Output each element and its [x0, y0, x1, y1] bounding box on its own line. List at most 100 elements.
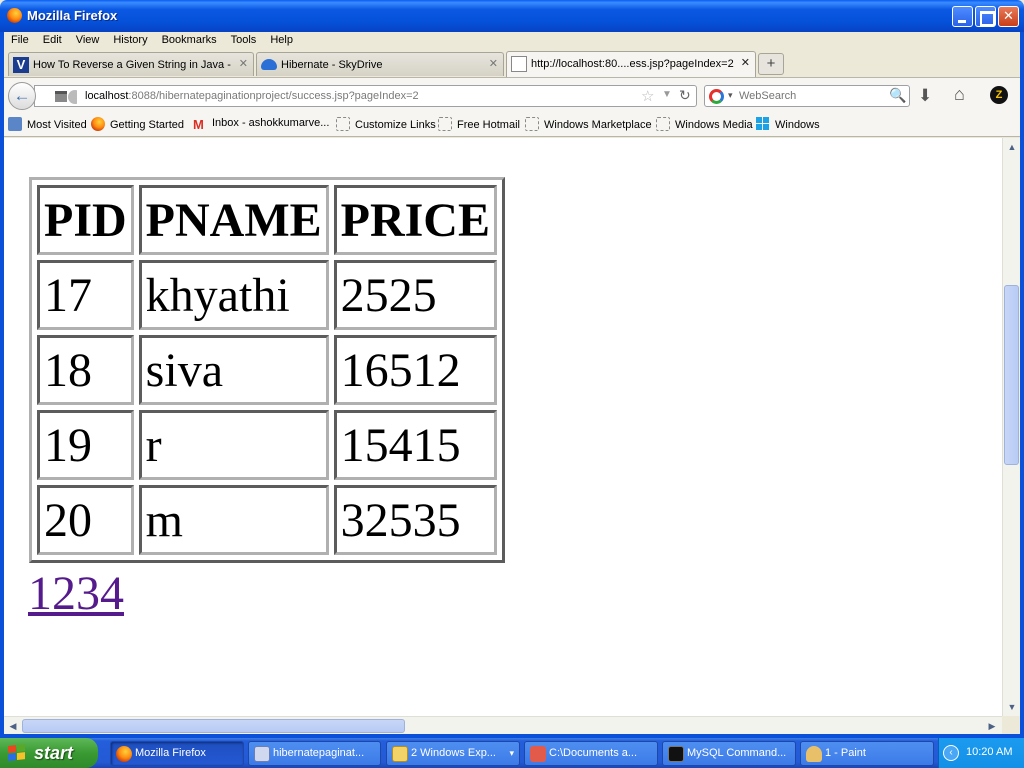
cell-pname: r	[138, 410, 329, 480]
back-button[interactable]: ←	[8, 82, 36, 110]
horizontal-scrollbar[interactable]: ◀ ▶	[4, 716, 1002, 734]
menu-tools[interactable]: Tools	[224, 32, 264, 48]
console-icon	[668, 746, 684, 762]
bookmark-label: Free Hotmail	[457, 119, 520, 131]
gmail-icon: M	[193, 117, 204, 132]
page-links[interactable]: 1234	[28, 567, 124, 620]
search-input[interactable]	[739, 89, 879, 103]
task-firefox[interactable]: Mozilla Firefox	[110, 741, 244, 766]
bookmark-getting-started[interactable]: Getting Started	[91, 117, 184, 133]
v-logo-icon: V	[13, 57, 29, 73]
search-box[interactable]: ▾ 🔍	[704, 85, 910, 107]
taskbar: start Mozilla Firefox hibernatepaginat..…	[0, 738, 1024, 768]
close-button[interactable]	[998, 6, 1019, 27]
url-text[interactable]: localhost:8088/hibernatepaginationprojec…	[85, 90, 419, 102]
scroll-down-icon[interactable]: ▼	[1004, 699, 1020, 715]
engine-dropdown-icon[interactable]: ▾	[728, 90, 733, 101]
bookmark-most-visited[interactable]: Most Visited	[8, 117, 87, 133]
tab-close-icon[interactable]: ✕	[239, 57, 248, 70]
table-row: 19 r 15415	[37, 410, 497, 480]
bookmark-windows[interactable]: Windows	[756, 117, 820, 133]
bookmark-inbox[interactable]: M Inbox - ashokkumarve...	[193, 117, 329, 133]
show-hidden-icons-icon[interactable]: ‹	[943, 745, 959, 761]
maximize-button[interactable]	[975, 6, 996, 27]
home-icon[interactable]: ⌂	[954, 84, 965, 105]
search-engine-icon[interactable]	[709, 89, 724, 104]
group-dropdown-icon: ▾	[509, 748, 514, 758]
search-magnifier-icon[interactable]: 🔍	[889, 87, 906, 104]
scroll-right-icon[interactable]: ▶	[984, 718, 1000, 734]
menu-file[interactable]: File	[4, 32, 36, 48]
downloads-icon[interactable]: ⬇	[918, 86, 932, 106]
cell-pname: m	[138, 485, 329, 555]
zotero-icon[interactable]: Z	[990, 86, 1008, 104]
skydrive-icon	[261, 59, 277, 70]
cell-pid: 19	[37, 410, 134, 480]
menu-edit[interactable]: Edit	[36, 32, 69, 48]
tab-close-icon[interactable]: ✕	[741, 56, 750, 69]
header-pname: PNAME	[138, 185, 329, 255]
minimize-button[interactable]	[952, 6, 973, 27]
tab-skydrive[interactable]: Hibernate - SkyDrive ✕	[256, 52, 504, 76]
window-title: Mozilla Firefox	[27, 8, 118, 23]
horizontal-scroll-thumb[interactable]	[22, 719, 405, 733]
bookmark-label: Most Visited	[27, 119, 87, 131]
navigation-bar: localhost:8088/hibernatepaginationprojec…	[4, 77, 1020, 113]
scrollbar-corner	[1002, 716, 1020, 734]
page-icon	[511, 56, 527, 72]
reload-icon[interactable]: ↻	[679, 87, 691, 104]
eclipse-icon	[254, 746, 270, 762]
firefox-window: Mozilla Firefox FileEditViewHistoryBookm…	[0, 0, 1024, 738]
task-windows-explorer[interactable]: 2 Windows Exp... ▾	[386, 741, 520, 766]
task-label: 1 - Paint	[825, 747, 866, 759]
vertical-scroll-thumb[interactable]	[1004, 285, 1019, 465]
task-paint[interactable]: 1 - Paint	[800, 741, 934, 766]
task-label: hibernatepaginat...	[273, 747, 365, 759]
pagination-links: 1234	[28, 566, 124, 621]
url-bar[interactable]: localhost:8088/hibernatepaginationprojec…	[34, 85, 697, 107]
cell-pname: siva	[138, 335, 329, 405]
windows-logo-icon	[756, 117, 770, 131]
tab-strip: V How To Reverse a Given String in Java …	[4, 51, 1020, 77]
task-documents[interactable]: C:\Documents a...	[524, 741, 658, 766]
menu-view[interactable]: View	[69, 32, 107, 48]
task-hibernate[interactable]: hibernatepaginat...	[248, 741, 381, 766]
firefox-icon	[116, 746, 132, 762]
most-visited-icon	[8, 117, 22, 131]
cell-price: 15415	[333, 410, 497, 480]
bookmark-free-hotmail[interactable]: Free Hotmail	[438, 117, 520, 133]
site-identity-icon[interactable]	[41, 89, 82, 104]
vertical-scrollbar[interactable]: ▲ ▼	[1002, 138, 1020, 716]
windows-logo-icon	[8, 744, 26, 762]
scroll-left-icon[interactable]: ◀	[5, 718, 21, 734]
task-label: C:\Documents a...	[549, 747, 638, 759]
firefox-icon	[7, 8, 22, 23]
tab-close-icon[interactable]: ✕	[489, 57, 498, 70]
tab-label: How To Reverse a Given String in Java - …	[33, 59, 233, 71]
menu-help[interactable]: Help	[263, 32, 300, 48]
scroll-up-icon[interactable]: ▲	[1004, 139, 1020, 155]
start-label: start	[34, 743, 74, 763]
title-bar[interactable]: Mozilla Firefox	[0, 0, 1024, 32]
page-icon	[336, 117, 350, 131]
task-label: 2 Windows Exp...	[411, 747, 496, 759]
url-dropdown-icon[interactable]: ▼	[662, 89, 672, 100]
bookmark-windows-media[interactable]: Windows Media	[656, 117, 753, 133]
new-tab-button[interactable]: +	[758, 53, 784, 75]
table-row: 20 m 32535	[37, 485, 497, 555]
clock[interactable]: 10:20 AM	[966, 746, 1012, 758]
bookmarks-toolbar: Most Visited Getting Started M Inbox - as…	[4, 113, 1020, 137]
menu-history[interactable]: History	[106, 32, 154, 48]
bookmark-customize-links[interactable]: Customize Links	[336, 117, 436, 133]
table-row: 17 khyathi 2525	[37, 260, 497, 330]
task-mysql[interactable]: MySQL Command...	[662, 741, 796, 766]
start-button[interactable]: start	[0, 738, 98, 768]
tab-reverse-string[interactable]: V How To Reverse a Given String in Java …	[8, 52, 254, 76]
bookmark-windows-marketplace[interactable]: Windows Marketplace	[525, 117, 652, 133]
page-icon	[438, 117, 452, 131]
url-host: localhost	[85, 90, 129, 102]
bookmark-label: Windows Media	[675, 119, 753, 131]
bookmark-star-icon[interactable]: ☆	[641, 87, 654, 105]
tab-localhost[interactable]: http://localhost:80....ess.jsp?pageIndex…	[506, 51, 756, 77]
menu-bookmarks[interactable]: Bookmarks	[155, 32, 224, 48]
